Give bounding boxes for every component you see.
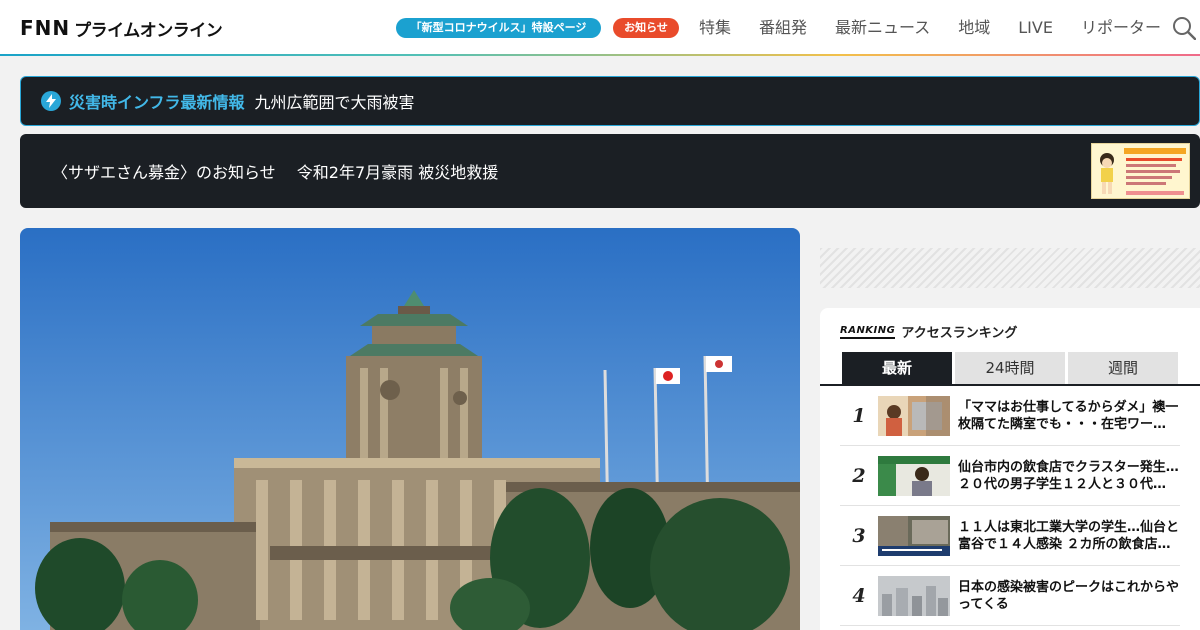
disaster-info-banner[interactable]: 災害時インフラ最新情報 九州広範囲で大雨被害 — [20, 76, 1200, 126]
disaster-info-title: 災害時インフラ最新情報 — [69, 93, 245, 112]
ranking-label-ja: アクセスランキング — [901, 326, 1018, 341]
logo-subtitle: プライムオンライン — [74, 20, 223, 41]
list-item[interactable]: 3 １１人は東北工業大学の学生…仙台と富谷で１４人感染 ２カ所の飲食店… — [840, 506, 1180, 566]
article-thumbnail — [878, 455, 950, 496]
list-item[interactable]: 4 日本の感染被害のピークはこれからやってくる — [840, 566, 1180, 626]
ranking-list: 1 「ママはお仕事してるからダメ」襖一枚隔てた隣室でも・・・在宅ワー… 2 仙台… — [840, 386, 1180, 626]
disaster-info-text: 九州広範囲で大雨被害 — [254, 93, 415, 112]
list-item[interactable]: 2 仙台市内の飲食店でクラスター発生…２０代の男子学生１２人と３０代… — [840, 446, 1180, 506]
nav-item-latest-news[interactable]: 最新ニュース — [835, 16, 930, 40]
rank-number: 2 — [852, 464, 866, 487]
rank-number: 4 — [852, 584, 866, 607]
article-thumbnail — [878, 395, 950, 436]
tab-latest[interactable]: 最新 — [842, 352, 952, 384]
ranking-tabs: 最新 24時間 週間 — [842, 352, 1181, 384]
lightning-icon — [41, 91, 61, 111]
header-gradient-line — [0, 54, 1200, 56]
ad-placeholder — [820, 248, 1200, 288]
nav-item-reporter[interactable]: リポーター — [1081, 16, 1161, 40]
nav-item-features[interactable]: 特集 — [699, 16, 731, 40]
article-title: １１人は東北工業大学の学生…仙台と富谷で１４人感染 ２カ所の飲食店… — [958, 519, 1180, 552]
main-nav: 特集 番組発 最新ニュース 地域 LIVE リポーター — [699, 16, 1189, 40]
logo-fnn: FNN — [20, 16, 71, 40]
tab-weekly[interactable]: 週間 — [1068, 352, 1178, 384]
sazae-fundraiser-banner[interactable]: 〈サザエさん募金〉のお知らせ 令和2年7月豪雨 被災地救援 — [20, 134, 1200, 208]
article-thumbnail — [878, 575, 950, 616]
site-logo[interactable]: FNN プライムオンライン — [20, 16, 223, 41]
corona-special-page-button[interactable]: 「新型コロナウイルス」特設ページ — [396, 18, 601, 38]
access-ranking-panel: RANKING アクセスランキング 最新 24時間 週間 1 「ママはお仕事して… — [820, 308, 1200, 630]
nav-item-programs[interactable]: 番組発 — [759, 16, 807, 40]
main-article-photo[interactable] — [20, 228, 800, 630]
tab-24-hours[interactable]: 24時間 — [955, 352, 1065, 384]
list-item[interactable]: 1 「ママはお仕事してるからダメ」襖一枚隔てた隣室でも・・・在宅ワー… — [840, 386, 1180, 446]
search-icon[interactable] — [1172, 16, 1197, 41]
ranking-header: RANKING アクセスランキング — [840, 322, 1017, 341]
article-title: 日本の感染被害のピークはこれからやってくる — [958, 579, 1180, 612]
rank-number: 3 — [852, 524, 866, 547]
article-thumbnail — [878, 515, 950, 556]
nav-item-region[interactable]: 地域 — [958, 16, 990, 40]
sazae-fundraiser-image[interactable] — [1091, 143, 1190, 199]
article-title: 仙台市内の飲食店でクラスター発生…２０代の男子学生１２人と３０代… — [958, 459, 1179, 492]
sazae-fundraiser-text: 〈サザエさん募金〉のお知らせ 令和2年7月豪雨 被災地救援 — [52, 163, 499, 182]
ranking-label-en: RANKING — [840, 325, 896, 339]
site-header: FNN プライムオンライン 「新型コロナウイルス」特設ページ お知らせ 特集 番… — [0, 0, 1200, 56]
rank-number: 1 — [852, 404, 866, 427]
notice-button[interactable]: お知らせ — [613, 18, 679, 38]
article-title: 「ママはお仕事してるからダメ」襖一枚隔てた隣室でも・・・在宅ワー… — [958, 399, 1179, 432]
nav-item-live[interactable]: LIVE — [1018, 16, 1053, 40]
